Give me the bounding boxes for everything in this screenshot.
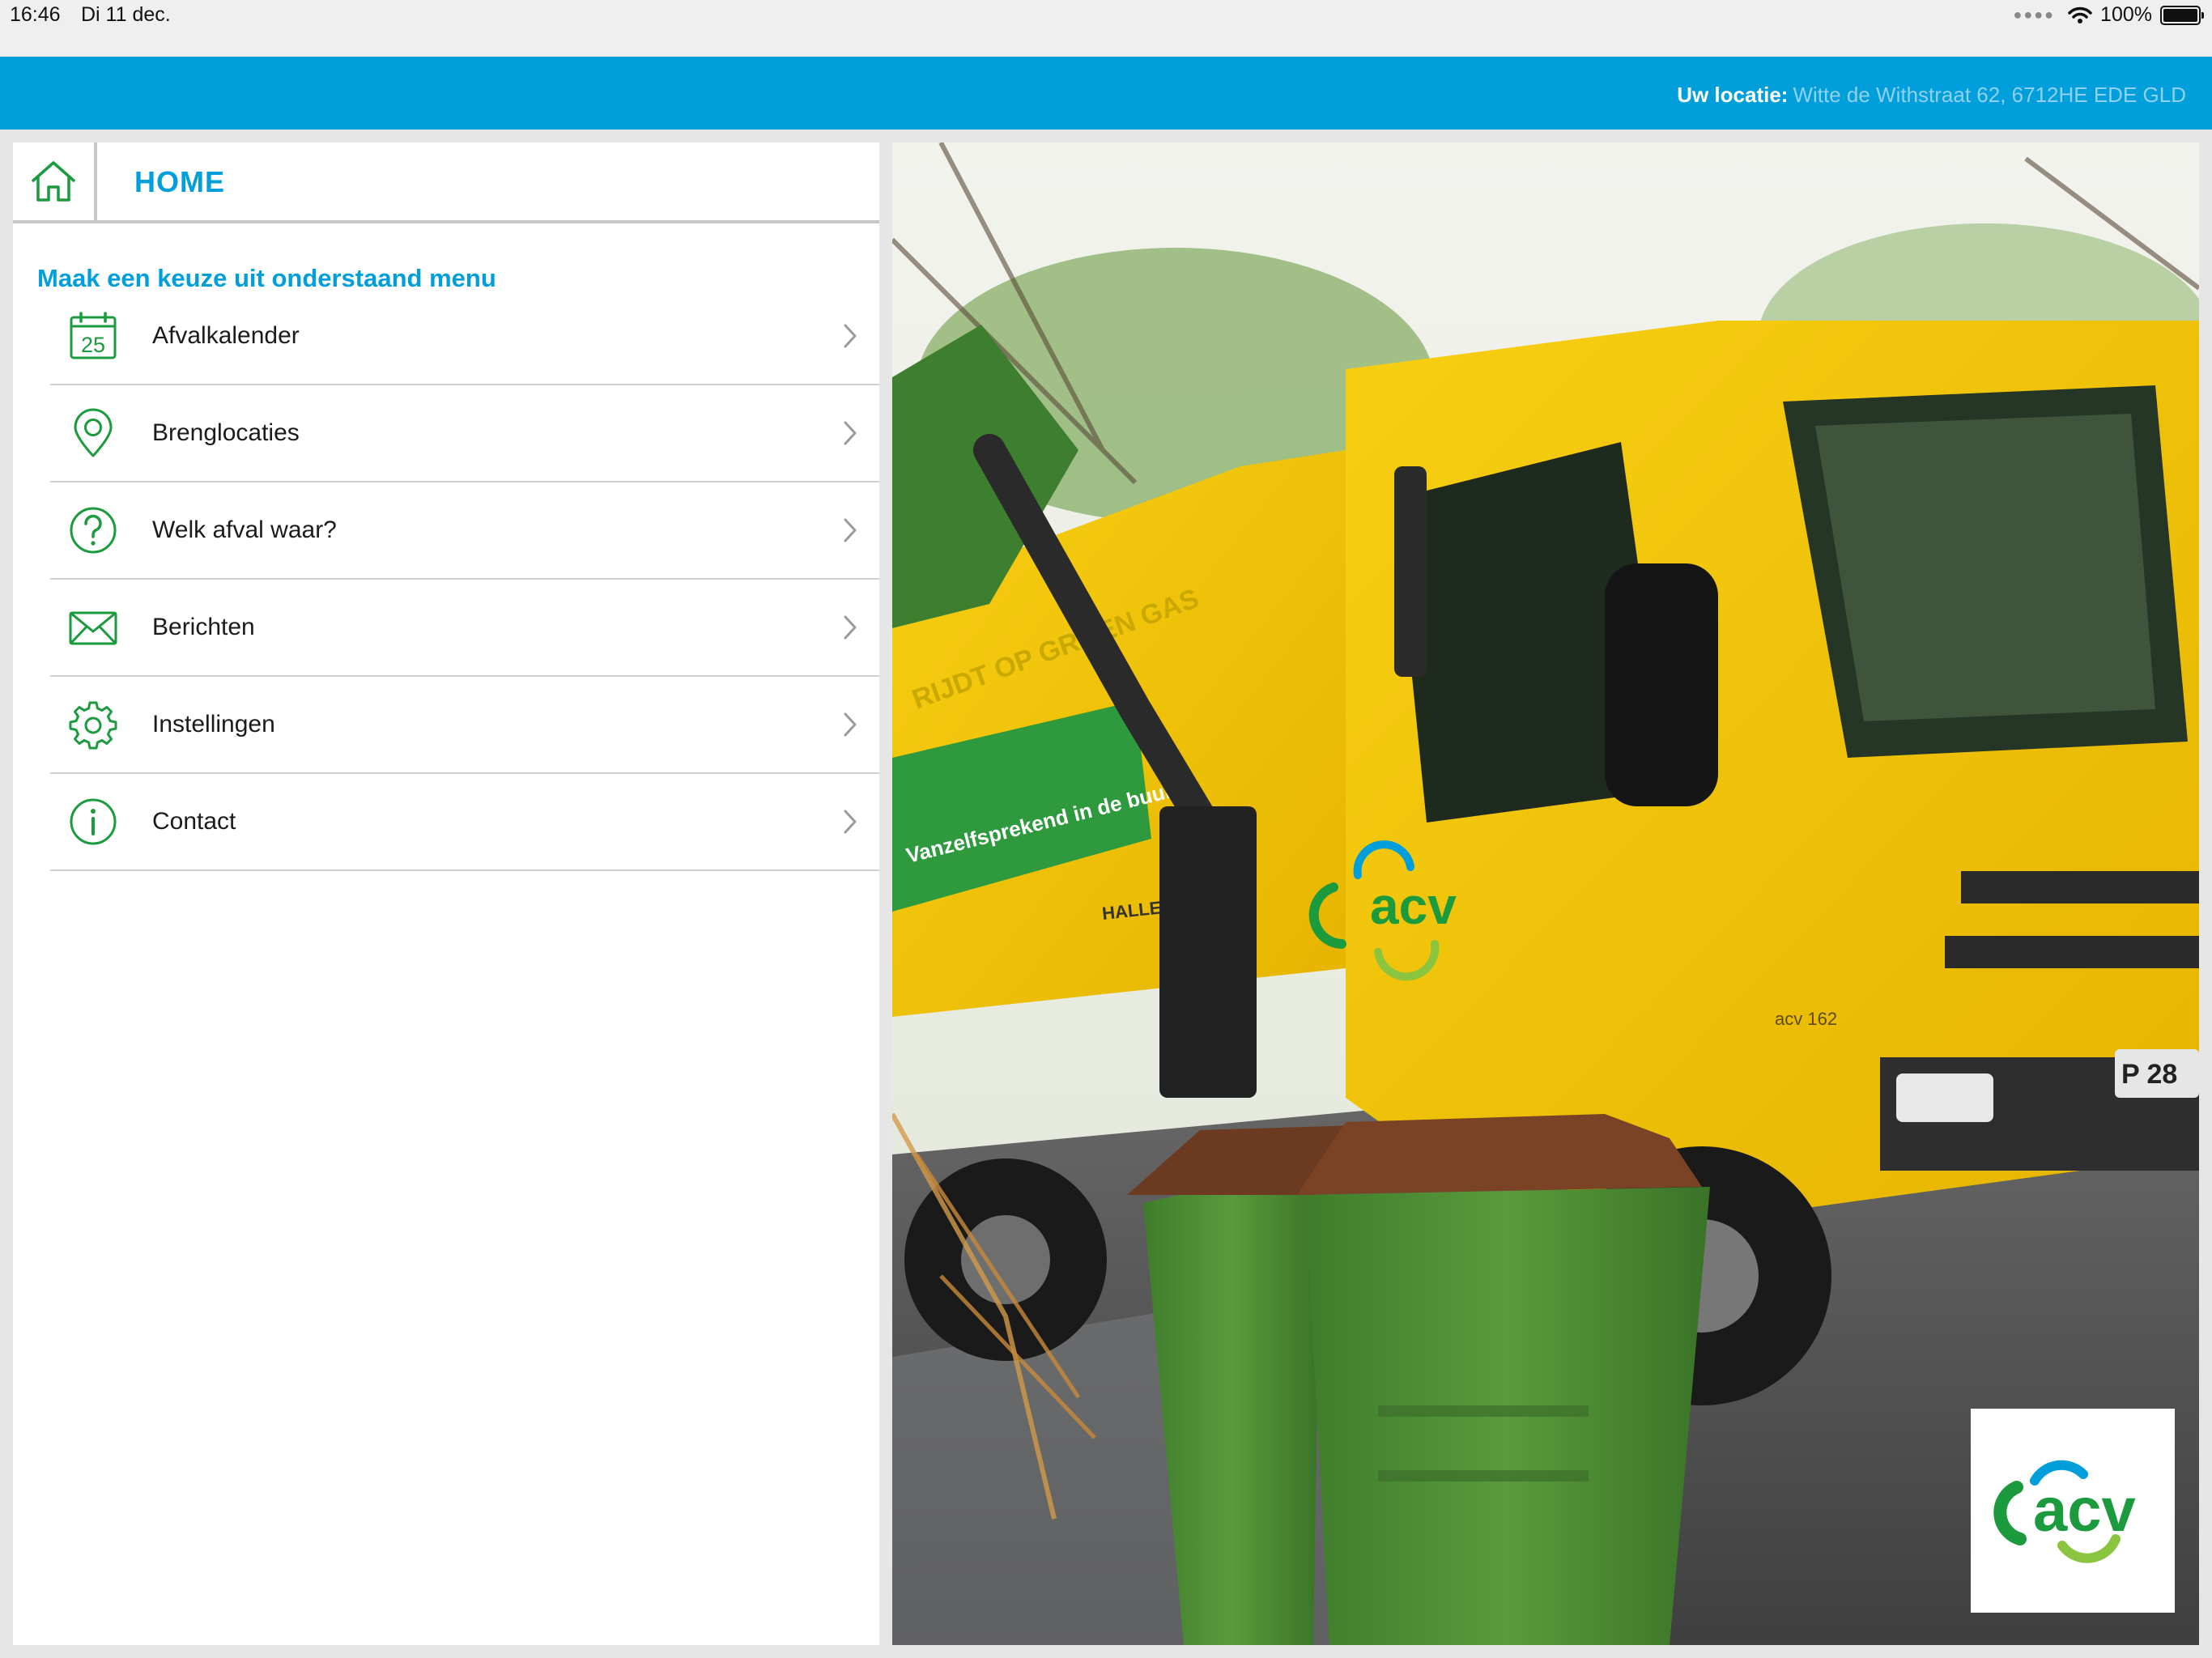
menu-item-label: Afvalkalender [152, 322, 300, 349]
chevron-right-icon [844, 324, 857, 348]
logo-text: acv [2033, 1476, 2136, 1545]
location-pin-icon [68, 408, 118, 458]
menu-item-afvalkalender[interactable]: 25 Afvalkalender [50, 288, 879, 385]
location-value: Witte de Withstraat 62, 6712HE EDE GLD [1793, 83, 2186, 107]
chevron-right-icon [844, 810, 857, 834]
battery-percent: 100% [2100, 3, 2152, 26]
menu-item-instellingen[interactable]: Instellingen [50, 677, 879, 774]
location-label: Uw locatie: [1677, 83, 1789, 107]
location-display[interactable]: Uw locatie: Witte de Withstraat 62, 6712H… [1677, 83, 2186, 108]
calendar-day: 25 [81, 333, 105, 357]
chevron-right-icon [844, 615, 857, 640]
menu-item-berichten[interactable]: Berichten [50, 580, 879, 677]
main-menu: 25 Afvalkalender Brenglocaties Welk afva… [50, 288, 879, 871]
menu-item-contact[interactable]: Contact [50, 774, 879, 871]
calendar-icon: 25 [68, 311, 118, 361]
truck-plate: P 28 [2121, 1059, 2177, 1090]
status-bar: 16:46 Di 11 dec. ●●●● 100% [0, 0, 2212, 57]
status-time: 16:46 [10, 3, 61, 26]
truck-fleet-number: acv 162 [1775, 1009, 1837, 1029]
question-icon [68, 505, 118, 555]
envelope-icon [68, 602, 118, 653]
wifi-icon [2068, 6, 2092, 23]
menu-item-label: Brenglocaties [152, 419, 300, 446]
status-right: ●●●● 100% [2013, 3, 2204, 27]
chevron-right-icon [844, 421, 857, 445]
top-bar: Uw locatie: Witte de Withstraat 62, 6712H… [0, 57, 2212, 130]
hero-photo: Vanzelfsprekend in de buurt RIJDT OP GRO… [892, 142, 2199, 1645]
truck-brand: acv [1370, 877, 1457, 935]
menu-item-brenglocaties[interactable]: Brenglocaties [50, 385, 879, 483]
status-date: Di 11 dec. [81, 3, 171, 26]
menu-item-label: Contact [152, 808, 236, 835]
acv-logo: acv [1971, 1409, 2175, 1613]
signal-dots-icon: ●●●● [2013, 6, 2056, 23]
home-icon [32, 161, 75, 202]
page-title: HOME [134, 165, 225, 198]
menu-item-welk-afval-waar[interactable]: Welk afval waar? [50, 483, 879, 580]
acv-logo-icon: acv [1993, 1460, 2136, 1563]
chevron-right-icon [844, 518, 857, 542]
home-panel: HOME Maak een keuze uit onderstaand menu… [13, 142, 879, 1645]
panel-header: HOME [13, 142, 879, 223]
home-button[interactable] [13, 142, 97, 220]
gear-icon [68, 699, 118, 750]
chevron-right-icon [844, 712, 857, 737]
menu-item-label: Welk afval waar? [152, 517, 337, 543]
menu-item-label: Berichten [152, 614, 255, 640]
info-icon [68, 797, 118, 847]
battery-icon [2160, 5, 2204, 25]
menu-item-label: Instellingen [152, 711, 275, 738]
